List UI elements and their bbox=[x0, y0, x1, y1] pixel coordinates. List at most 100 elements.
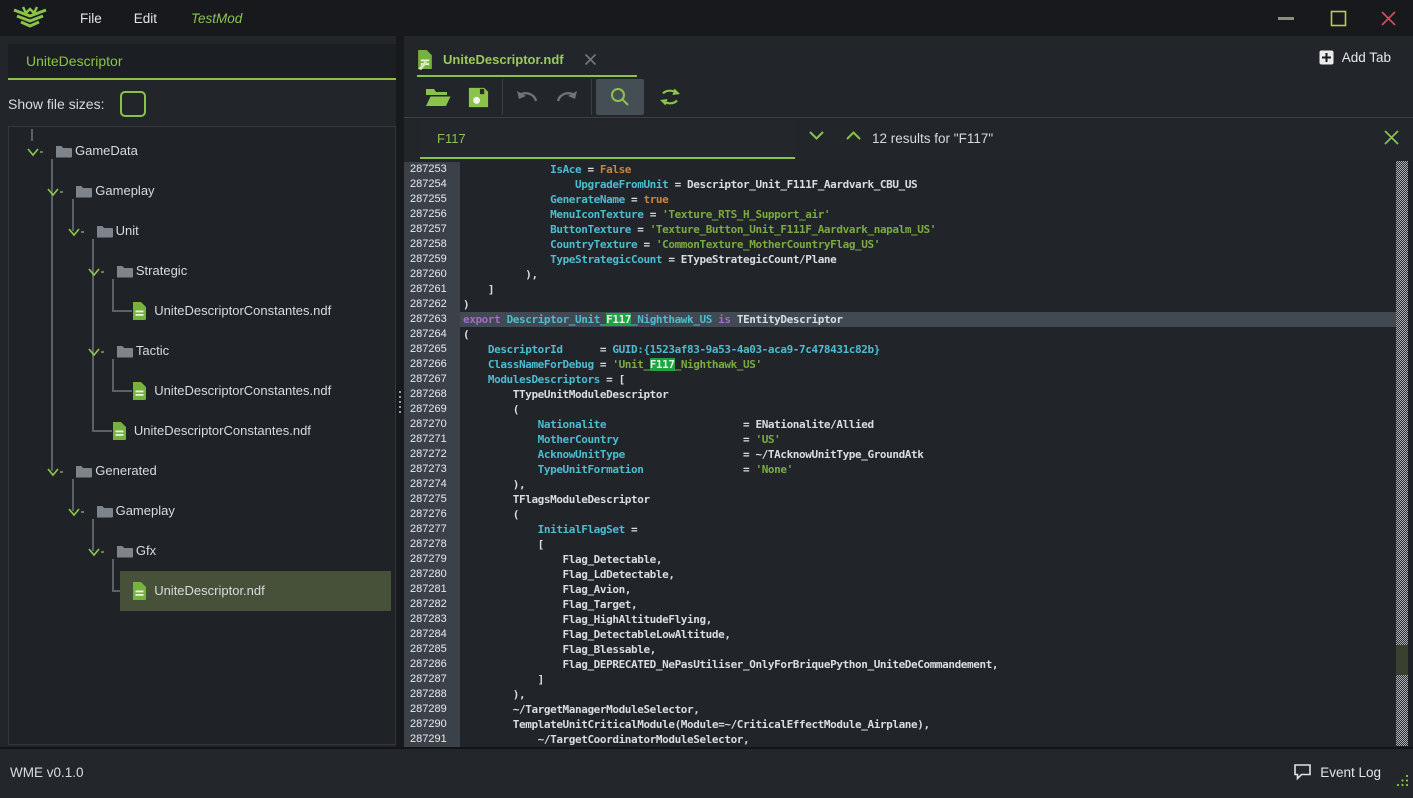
minimize-button[interactable] bbox=[1263, 0, 1309, 36]
save-button[interactable] bbox=[458, 79, 498, 115]
previous-result-button[interactable] bbox=[845, 130, 862, 141]
code-token: 'Texture_RTS_H_Support_air' bbox=[662, 208, 830, 221]
open-folder-icon bbox=[424, 86, 452, 108]
close-button[interactable] bbox=[1365, 0, 1411, 36]
code-line[interactable]: ), bbox=[460, 687, 1396, 702]
chevron-down-icon bbox=[88, 547, 104, 558]
add-tab-button[interactable]: Add Tab bbox=[1319, 50, 1391, 65]
search-input[interactable] bbox=[420, 120, 795, 157]
search-toggle-button[interactable] bbox=[596, 79, 644, 115]
code-line[interactable]: Nationalite = ENationalite/Allied bbox=[460, 417, 1396, 432]
code-line[interactable]: ButtonTexture = 'Texture_Button_Unit_F11… bbox=[460, 222, 1396, 237]
code-line[interactable]: IsAce = False bbox=[460, 162, 1396, 177]
code-line[interactable]: ), bbox=[460, 267, 1396, 282]
code-line[interactable]: ] bbox=[460, 672, 1396, 687]
code-line[interactable]: MenuIconTexture = 'Texture_RTS_H_Support… bbox=[460, 207, 1396, 222]
code-line[interactable]: MotherCountry = 'US' bbox=[460, 432, 1396, 447]
code-line[interactable]: TTypeUnitModuleDescriptor bbox=[460, 387, 1396, 402]
show-file-sizes-checkbox[interactable] bbox=[120, 91, 146, 117]
refresh-button[interactable] bbox=[650, 79, 690, 115]
code-token: is bbox=[718, 313, 730, 326]
menu-edit[interactable]: Edit bbox=[134, 11, 157, 26]
tree-expander[interactable] bbox=[47, 465, 63, 483]
tree-expander[interactable] bbox=[27, 145, 43, 163]
vertical-scrollbar[interactable] bbox=[1396, 161, 1408, 746]
search-close-button[interactable] bbox=[1383, 129, 1400, 146]
file-filter-input[interactable] bbox=[8, 44, 396, 78]
code-line[interactable]: [ bbox=[460, 537, 1396, 552]
tree-item-label: Strategic bbox=[136, 263, 187, 278]
code-editor[interactable]: IsAce = False UpgradeFromUnit = Descript… bbox=[460, 162, 1396, 747]
tree-expander[interactable] bbox=[88, 265, 104, 283]
menu-file[interactable]: File bbox=[80, 11, 102, 26]
code-line[interactable]: Flag_Avion, bbox=[460, 582, 1396, 597]
tree-item-label: UniteDescriptor.ndf bbox=[154, 583, 265, 598]
panel-splitter[interactable] bbox=[396, 36, 404, 747]
code-line[interactable]: Flag_DetectableLowAltitude, bbox=[460, 627, 1396, 642]
line-number: 287268 bbox=[404, 387, 460, 402]
tree-folder-generated[interactable]: Generated bbox=[9, 451, 395, 491]
tree-expander[interactable] bbox=[68, 225, 84, 243]
folder-icon bbox=[75, 184, 92, 203]
code-token: ), bbox=[463, 688, 525, 701]
code-line[interactable]: UpgradeFromUnit = Descriptor_Unit_F111F_… bbox=[460, 177, 1396, 192]
tree-file-unitedescriptorconstantes-ndf[interactable]: UniteDescriptorConstantes.ndf bbox=[9, 371, 395, 411]
tree-expander[interactable] bbox=[88, 545, 104, 563]
tree-file-unitedescriptorconstantes-ndf[interactable]: UniteDescriptorConstantes.ndf bbox=[9, 291, 395, 331]
code-line[interactable]: Flag_HighAltitudeFlying, bbox=[460, 612, 1396, 627]
redo-button[interactable] bbox=[547, 79, 587, 115]
tab-unitedescriptor[interactable]: UniteDescriptor.ndf bbox=[417, 44, 637, 77]
code-line[interactable]: ( bbox=[460, 327, 1396, 342]
tree-folder-strategic[interactable]: Strategic bbox=[9, 251, 395, 291]
code-line[interactable]: AcknowUnitType = ~/TAcknowUnitType_Groun… bbox=[460, 447, 1396, 462]
tree-folder-gameplay[interactable]: Gameplay bbox=[9, 491, 395, 531]
code-line[interactable]: Flag_Detectable, bbox=[460, 552, 1396, 567]
scrollbar-thumb[interactable] bbox=[1396, 645, 1408, 675]
code-line[interactable]: Flag_Target, bbox=[460, 597, 1396, 612]
code-line[interactable]: TFlagsModuleDescriptor bbox=[460, 492, 1396, 507]
code-line[interactable]: TemplateUnitCriticalModule(Module=~/Crit… bbox=[460, 717, 1396, 732]
code-line[interactable]: GenerateName = true bbox=[460, 192, 1396, 207]
code-line[interactable]: ClassNameForDebug = 'Unit_F117_Nighthawk… bbox=[460, 357, 1396, 372]
file-icon bbox=[132, 382, 147, 405]
event-log-button[interactable]: Event Log bbox=[1293, 763, 1381, 781]
code-line-current[interactable]: export Descriptor_Unit_F117_Nighthawk_US… bbox=[460, 312, 1396, 327]
app-version: WME v0.1.0 bbox=[10, 765, 84, 780]
code-line[interactable]: ), bbox=[460, 477, 1396, 492]
code-line[interactable]: Flag_DEPRECATED_NePasUtiliser_OnlyForBri… bbox=[460, 657, 1396, 672]
code-line[interactable]: Flag_LdDetectable, bbox=[460, 567, 1396, 582]
code-line[interactable]: ModulesDescriptors = [ bbox=[460, 372, 1396, 387]
tree-expander[interactable] bbox=[47, 185, 63, 203]
open-file-button[interactable] bbox=[418, 79, 458, 115]
tree-file-unitedescriptorconstantes-ndf[interactable]: UniteDescriptorConstantes.ndf bbox=[9, 411, 395, 451]
undo-button[interactable] bbox=[507, 79, 547, 115]
tree-folder-gfx[interactable]: Gfx bbox=[9, 531, 395, 571]
tree-folder-unit[interactable]: Unit bbox=[9, 211, 395, 251]
code-line[interactable]: ( bbox=[460, 402, 1396, 417]
code-line[interactable]: InitialFlagSet = bbox=[460, 522, 1396, 537]
line-number: 287280 bbox=[404, 567, 460, 582]
maximize-button[interactable] bbox=[1315, 0, 1361, 36]
code-line[interactable]: ) bbox=[460, 297, 1396, 312]
tree-expander[interactable] bbox=[68, 505, 84, 523]
resize-grip-icon[interactable] bbox=[1393, 772, 1410, 794]
tab-close-button[interactable] bbox=[584, 53, 597, 66]
tree-file-unitedescriptor-ndf[interactable]: UniteDescriptor.ndf bbox=[9, 571, 395, 611]
code-line[interactable]: ] bbox=[460, 282, 1396, 297]
tree-folder-tactic[interactable]: Tactic bbox=[9, 331, 395, 371]
tree-folder-gamedata[interactable]: GameData bbox=[9, 131, 395, 171]
code-line[interactable]: ( bbox=[460, 507, 1396, 522]
code-line[interactable]: CountryTexture = 'CommonTexture_MotherCo… bbox=[460, 237, 1396, 252]
tree-folder-gameplay[interactable]: Gameplay bbox=[9, 171, 395, 211]
code-line[interactable]: ~/TargetCoordinatorModuleSelector, bbox=[460, 732, 1396, 747]
mod-name[interactable]: TestMod bbox=[191, 11, 242, 26]
code-line[interactable]: Flag_Blessable, bbox=[460, 642, 1396, 657]
window-controls bbox=[1263, 0, 1413, 36]
code-token: ] bbox=[463, 673, 544, 686]
code-line[interactable]: TypeStrategicCount = ETypeStrategicCount… bbox=[460, 252, 1396, 267]
code-line[interactable]: TypeUnitFormation = 'None' bbox=[460, 462, 1396, 477]
next-result-button[interactable] bbox=[808, 130, 825, 141]
code-line[interactable]: DescriptorId = GUID:{1523af83-9a53-4a03-… bbox=[460, 342, 1396, 357]
code-line[interactable]: ~/TargetManagerModuleSelector, bbox=[460, 702, 1396, 717]
tree-expander[interactable] bbox=[88, 345, 104, 363]
